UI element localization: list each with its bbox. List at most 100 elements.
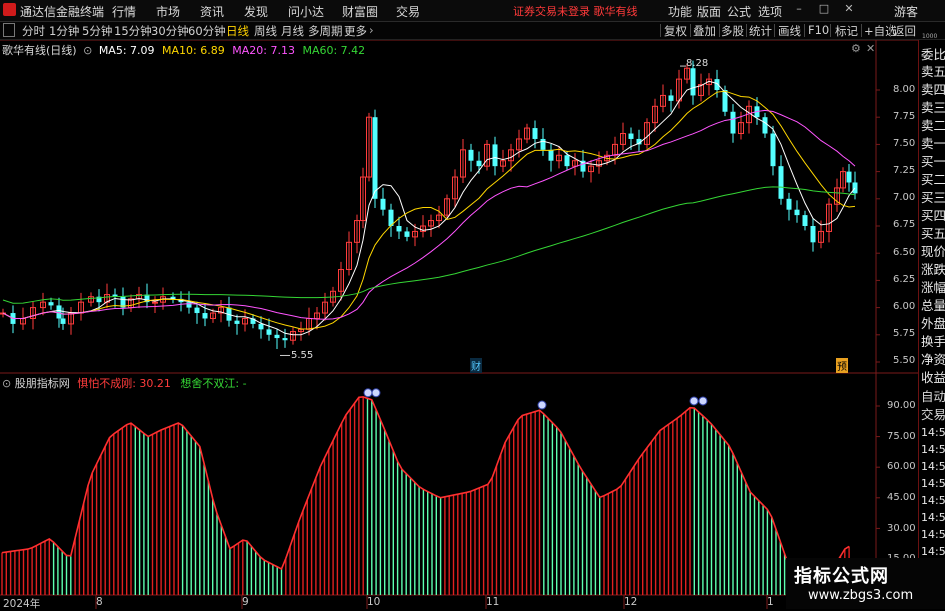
panel-toggle-icon[interactable] — [3, 23, 15, 37]
sub-indicator-header: ⊙ 股朋指标网 惧怕不成刚: 30.21 想舍不双江: - — [2, 375, 247, 391]
candle-body-down — [266, 329, 272, 335]
tool-fuquan[interactable]: 复权 — [664, 23, 687, 39]
menu-item-market[interactable]: 市场 — [156, 3, 180, 20]
chevron-right-icon[interactable]: › — [369, 23, 374, 37]
side-item-eps[interactable]: 收益 — [921, 371, 945, 385]
app-logo-icon — [3, 3, 16, 16]
toolbar-divider — [804, 24, 805, 37]
tool-back[interactable]: 返回 — [893, 23, 916, 39]
menu-item-quotes[interactable]: 行情 — [112, 3, 136, 20]
user-guest[interactable]: 游客 — [894, 3, 918, 20]
side-item-change-pct[interactable]: 涨幅 — [921, 281, 945, 295]
stock-title: 歌华有线(日线) — [2, 44, 77, 57]
y-tick: 6.00 — [893, 301, 916, 312]
period-60min[interactable]: 60分钟 — [188, 23, 226, 39]
sub-line1-label: 惧怕不成刚: 30.21 — [77, 377, 171, 390]
tool-stats[interactable]: 统计 — [749, 23, 772, 39]
menu-bar: 通达信金融终端 行情 市场 资讯 发现 问小达 财富圈 交易 证券交易未登录 歌… — [0, 0, 945, 22]
y-tick: 7.00 — [893, 192, 916, 203]
side-item-turnover[interactable]: 换手 — [921, 335, 945, 349]
tool-f10[interactable]: F10 — [808, 23, 829, 37]
candle-body-down — [628, 133, 634, 139]
period-30min[interactable]: 30分钟 — [151, 23, 189, 39]
side-item-sell2[interactable]: 卖二 — [921, 119, 945, 133]
candle-body-down — [770, 133, 776, 167]
ma10-line — [2, 90, 856, 330]
tool-add-watchlist[interactable]: +自选 — [864, 23, 897, 39]
tool-draw[interactable]: 画线 — [778, 23, 801, 39]
chart-settings-icon[interactable]: ⚙ — [851, 42, 861, 55]
side-item-buy3[interactable]: 买三 — [921, 191, 945, 205]
peak-marker-icon — [698, 396, 708, 406]
kline-chart[interactable] — [0, 40, 918, 609]
peak-marker-icon — [371, 388, 381, 398]
side-item-weibi[interactable]: 委比 — [921, 48, 945, 62]
menu-item-news[interactable]: 资讯 — [200, 3, 224, 20]
side-item-netasset[interactable]: 净资 — [921, 353, 945, 367]
side-item-sell3[interactable]: 卖三 — [921, 101, 945, 115]
candle-body-down — [186, 302, 192, 308]
login-notice[interactable]: 证券交易未登录 歌华有线 — [513, 3, 638, 19]
candle-body-down — [194, 307, 200, 314]
sub-settings-icon[interactable]: ⊙ — [2, 377, 11, 390]
side-item-buy4[interactable]: 买四 — [921, 209, 945, 223]
minimize-icon[interactable]: – — [793, 3, 805, 15]
candle-body-down — [476, 160, 482, 167]
watermark-title: 指标公式网 — [794, 566, 889, 587]
high-price-label: 8.28 — [686, 58, 709, 69]
close-icon[interactable]: ✕ — [843, 3, 855, 15]
menu-item-wealth[interactable]: 财富圈 — [342, 3, 378, 20]
period-monthly[interactable]: 月线 — [281, 23, 304, 39]
sub-y-tick: 45.00 — [887, 492, 916, 503]
menu-formula[interactable]: 公式 — [727, 3, 751, 20]
menu-item-trade[interactable]: 交易 — [396, 3, 420, 20]
side-item-buy1[interactable]: 买一 — [921, 155, 945, 169]
side-item-change[interactable]: 涨跌 — [921, 263, 945, 277]
period-multi[interactable]: 多周期 — [308, 23, 343, 39]
side-item-auto[interactable]: 自动 — [921, 390, 945, 404]
settings-icon[interactable]: ⊙ — [83, 44, 92, 57]
menu-item-ask[interactable]: 问小达 — [288, 3, 324, 20]
y-tick: 7.75 — [893, 111, 916, 122]
candle-body-down — [846, 171, 852, 183]
sub-indicator-bars — [1, 396, 850, 595]
period-more[interactable]: 更多 — [344, 23, 367, 39]
tool-multistock[interactable]: 多股 — [721, 23, 744, 39]
side-item-sell1[interactable]: 卖一 — [921, 137, 945, 151]
candle-body-down — [786, 198, 792, 210]
period-daily[interactable]: 日线 — [226, 23, 249, 39]
maximize-icon[interactable]: □ — [818, 3, 830, 15]
forecast-marker[interactable]: 预 — [836, 358, 848, 373]
tool-overlay[interactable]: 叠加 — [693, 23, 716, 39]
ma20-line — [2, 109, 856, 320]
side-item-sell5[interactable]: 卖五 — [921, 65, 945, 79]
side-item-buy2[interactable]: 买二 — [921, 173, 945, 187]
candle-body-down — [794, 209, 800, 216]
side-item-volume[interactable]: 总量 — [921, 299, 945, 313]
toolbar-divider — [690, 24, 691, 37]
y-tick: 5.50 — [893, 355, 916, 366]
candle-body-down — [202, 313, 208, 319]
x-label: 8 — [96, 596, 103, 608]
financial-report-marker[interactable]: 财 — [470, 358, 482, 373]
side-item-trade[interactable]: 交易 — [921, 408, 945, 422]
menu-function[interactable]: 功能 — [668, 3, 692, 20]
ma10-label: MA10: 6.89 — [162, 44, 225, 57]
chart-close-icon[interactable]: ✕ — [866, 42, 875, 55]
side-item-outer[interactable]: 外盘 — [921, 317, 945, 331]
period-intraday[interactable]: 分时 — [22, 23, 45, 39]
menu-options[interactable]: 选项 — [758, 3, 782, 20]
candle-body-down — [274, 334, 280, 339]
side-item-sell4[interactable]: 卖四 — [921, 83, 945, 97]
ma60-label: MA60: 7.42 — [302, 44, 366, 57]
period-1min[interactable]: 1分钟 — [49, 23, 79, 39]
period-15min[interactable]: 15分钟 — [114, 23, 152, 39]
period-weekly[interactable]: 周线 — [254, 23, 277, 39]
side-item-buy5[interactable]: 买五 — [921, 227, 945, 241]
menu-layout[interactable]: 版面 — [697, 3, 721, 20]
candle-body-down — [396, 226, 402, 232]
menu-item-discover[interactable]: 发现 — [244, 3, 268, 20]
tool-mark[interactable]: 标记 — [835, 23, 858, 39]
side-item-price[interactable]: 现价 — [921, 245, 945, 259]
period-5min[interactable]: 5分钟 — [82, 23, 112, 39]
